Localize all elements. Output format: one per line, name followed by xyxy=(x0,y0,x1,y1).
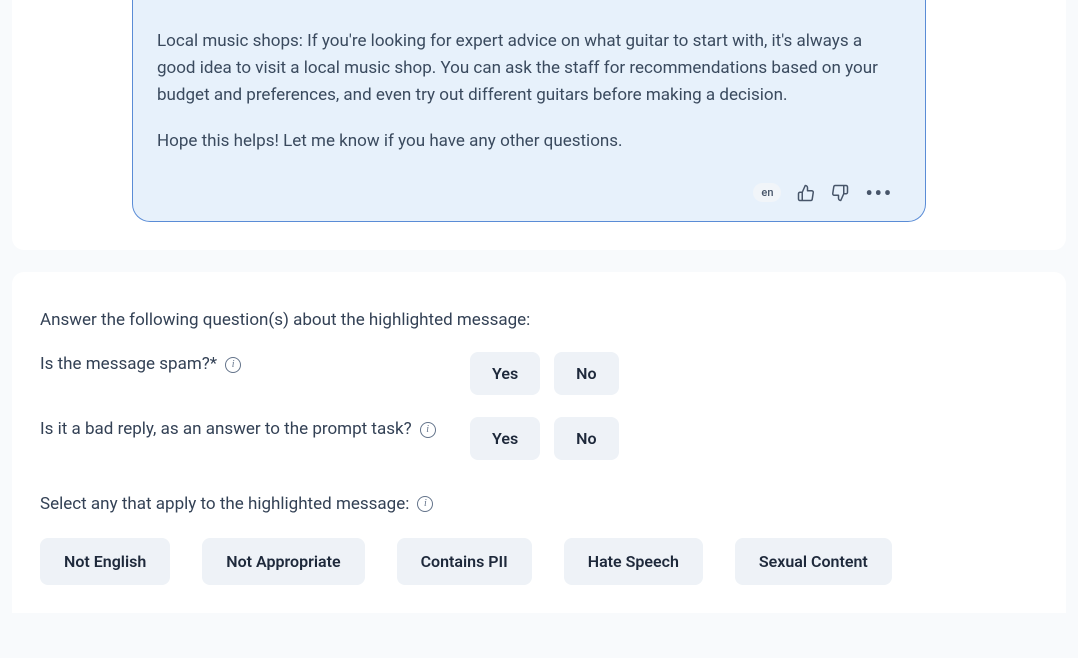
message-content: Local music shops: If you're looking for… xyxy=(157,28,901,155)
info-icon[interactable]: i xyxy=(225,357,241,373)
info-icon[interactable]: i xyxy=(420,422,436,438)
yes-button[interactable]: Yes xyxy=(470,417,540,460)
question-row-bad-reply: Is it a bad reply, as an answer to the p… xyxy=(40,417,1038,460)
message-paragraph: Local music shops: If you're looking for… xyxy=(157,28,901,110)
tag-hate-speech[interactable]: Hate Speech xyxy=(564,538,703,585)
more-options-icon[interactable]: ••• xyxy=(865,183,893,203)
info-icon[interactable]: i xyxy=(417,496,433,512)
message-action-bar: en ••• xyxy=(157,183,901,203)
tag-not-english[interactable]: Not English xyxy=(40,538,170,585)
no-button[interactable]: No xyxy=(554,352,618,395)
question-intro: Answer the following question(s) about t… xyxy=(40,310,1038,330)
yes-no-group: Yes No xyxy=(470,352,619,395)
thumbs-up-icon[interactable] xyxy=(797,184,815,202)
question-label-wrap: Is it a bad reply, as an answer to the p… xyxy=(40,417,470,443)
question-label-wrap: Is the message spam?* i xyxy=(40,352,470,378)
tag-sexual-content[interactable]: Sexual Content xyxy=(735,538,892,585)
question-row-spam: Is the message spam?* i Yes No xyxy=(40,352,1038,395)
highlighted-message: Local music shops: If you're looking for… xyxy=(132,0,926,222)
question-panel: Answer the following question(s) about t… xyxy=(12,272,1066,613)
select-any-text: Select any that apply to the highlighted… xyxy=(40,494,409,514)
required-marker: * xyxy=(210,354,217,374)
question-label: Is the message spam? xyxy=(40,354,210,374)
message-paragraph: Hope this helps! Let me know if you have… xyxy=(157,128,901,155)
tag-not-appropriate[interactable]: Not Appropriate xyxy=(202,538,364,585)
select-any-label: Select any that apply to the highlighted… xyxy=(40,494,1038,514)
no-button[interactable]: No xyxy=(554,417,618,460)
yes-no-group: Yes No xyxy=(470,417,619,460)
tag-contains-pii[interactable]: Contains PII xyxy=(397,538,532,585)
thumbs-down-icon[interactable] xyxy=(831,184,849,202)
message-card: Local music shops: If you're looking for… xyxy=(12,0,1066,250)
tag-button-row: Not English Not Appropriate Contains PII… xyxy=(40,538,1038,585)
yes-button[interactable]: Yes xyxy=(470,352,540,395)
language-badge: en xyxy=(753,183,781,202)
question-label: Is it a bad reply, as an answer to the p… xyxy=(40,417,412,443)
